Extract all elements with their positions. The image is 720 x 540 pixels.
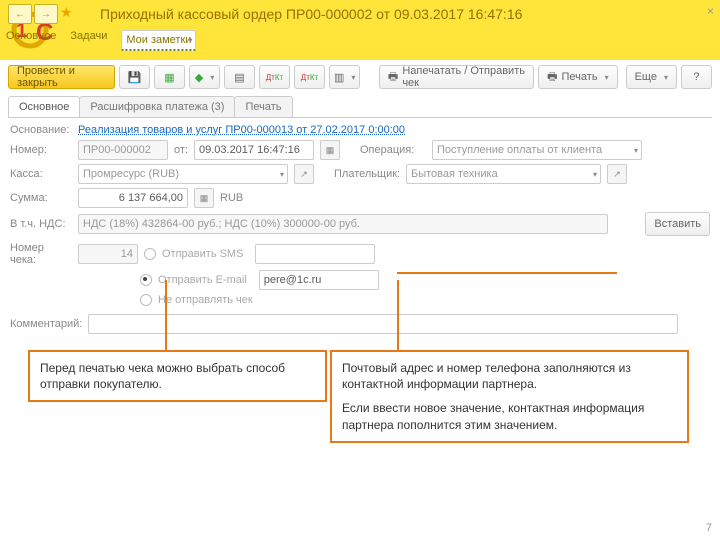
dtkt2-button[interactable]: ДтКт — [294, 65, 325, 89]
insert-button[interactable]: Вставить — [645, 212, 710, 236]
sum-label: Сумма: — [10, 192, 72, 204]
check-no-field[interactable]: 14 — [78, 244, 138, 264]
more-button[interactable]: Еще — [626, 65, 677, 89]
nav-back-button[interactable]: ← — [8, 4, 32, 24]
date-field[interactable]: 09.03.2017 16:47:16 — [194, 140, 314, 160]
send-email-label: Отправить E-mail — [158, 274, 247, 286]
nav-forward-button[interactable]: → — [34, 4, 58, 24]
check-label: Номер чека: — [10, 242, 72, 266]
create-based-button[interactable]: ◆ — [189, 65, 220, 89]
print-button[interactable]: 🖶Печать — [538, 65, 617, 89]
open-icon[interactable]: ↗ — [294, 164, 314, 184]
tab-print[interactable]: Печать — [234, 96, 292, 117]
calc-icon[interactable]: ▦ — [194, 188, 214, 208]
kassa-label: Касса: — [10, 168, 72, 180]
callout-connector — [397, 280, 399, 350]
tab-detail[interactable]: Расшифровка платежа (3) — [79, 96, 235, 117]
callout-right: Почтовый адрес и номер телефона заполняю… — [330, 350, 689, 443]
sum-field[interactable]: 6 137 664,00 — [78, 188, 188, 208]
favorite-star-icon[interactable]: ★ — [60, 4, 73, 24]
printer-icon: 🖶 — [547, 68, 557, 87]
report-icon: ▥ — [334, 71, 344, 84]
callout-connector — [165, 280, 167, 350]
tab-main[interactable]: Основное — [8, 96, 80, 117]
vat-label: В т.ч. НДС: — [10, 218, 72, 230]
comment-label: Комментарий: — [10, 318, 82, 330]
close-icon[interactable]: × — [707, 4, 714, 18]
dtkt-button[interactable]: ДтКт — [259, 65, 290, 89]
comment-field[interactable] — [88, 314, 678, 334]
send-email-radio[interactable] — [140, 274, 152, 286]
subnav-main[interactable]: Основное — [6, 30, 56, 51]
currency-label: RUB — [220, 192, 243, 204]
payer-select[interactable]: Бытовая техника — [406, 164, 601, 184]
clip-icon: ▤ — [234, 71, 244, 84]
callout-left: Перед печатью чека можно выбрать способ … — [28, 350, 327, 402]
number-label: Номер: — [10, 144, 72, 156]
from-label: от: — [174, 144, 188, 156]
no-send-radio[interactable] — [140, 294, 152, 306]
post-and-close-button[interactable]: Провести и закрыть — [8, 65, 115, 89]
kassa-select[interactable]: Промресурс (RUB) — [78, 164, 288, 184]
open-icon[interactable]: ↗ — [607, 164, 627, 184]
reports-button[interactable]: ▥ — [329, 65, 360, 89]
operation-select[interactable]: Поступление оплаты от клиента — [432, 140, 642, 160]
calendar-icon[interactable]: ▦ — [320, 140, 340, 160]
page-number: 7 — [706, 522, 712, 534]
number-field[interactable]: ПР00-000002 — [78, 140, 168, 160]
check-icon: ▦ — [164, 71, 174, 84]
doc-plus-icon: ◆ — [195, 71, 203, 84]
post-button[interactable]: ▦ — [154, 65, 185, 89]
subnav-notes[interactable]: Мои заметки — [121, 30, 196, 51]
window-title: Приходный кассовый ордер ПР00-000002 от … — [100, 6, 522, 22]
no-send-label: Не отправлять чек — [158, 294, 253, 306]
vat-field: НДС (18%) 432864-00 руб.; НДС (10%) 3000… — [78, 214, 608, 234]
attach-button[interactable]: ▤ — [224, 65, 255, 89]
help-button[interactable]: ? — [681, 65, 712, 89]
basis-label: Основание: — [10, 124, 72, 136]
payer-label: Плательщик: — [334, 168, 400, 180]
save-button[interactable]: 💾 — [119, 65, 150, 89]
sms-field[interactable] — [255, 244, 375, 264]
subnav-tasks[interactable]: Задачи — [70, 30, 107, 51]
callout-connector — [397, 272, 617, 274]
send-sms-label: Отправить SMS — [162, 248, 243, 260]
email-field[interactable]: pere@1c.ru — [259, 270, 379, 290]
basis-link[interactable]: Реализация товаров и услуг ПР00-000013 о… — [78, 124, 405, 136]
printer-icon: 🖶 — [388, 68, 398, 87]
print-check-button[interactable]: 🖶Напечатать / Отправить чек — [379, 65, 534, 89]
send-sms-radio[interactable] — [144, 248, 156, 260]
floppy-icon: 💾 — [128, 71, 142, 84]
operation-label: Операция: — [360, 144, 426, 156]
